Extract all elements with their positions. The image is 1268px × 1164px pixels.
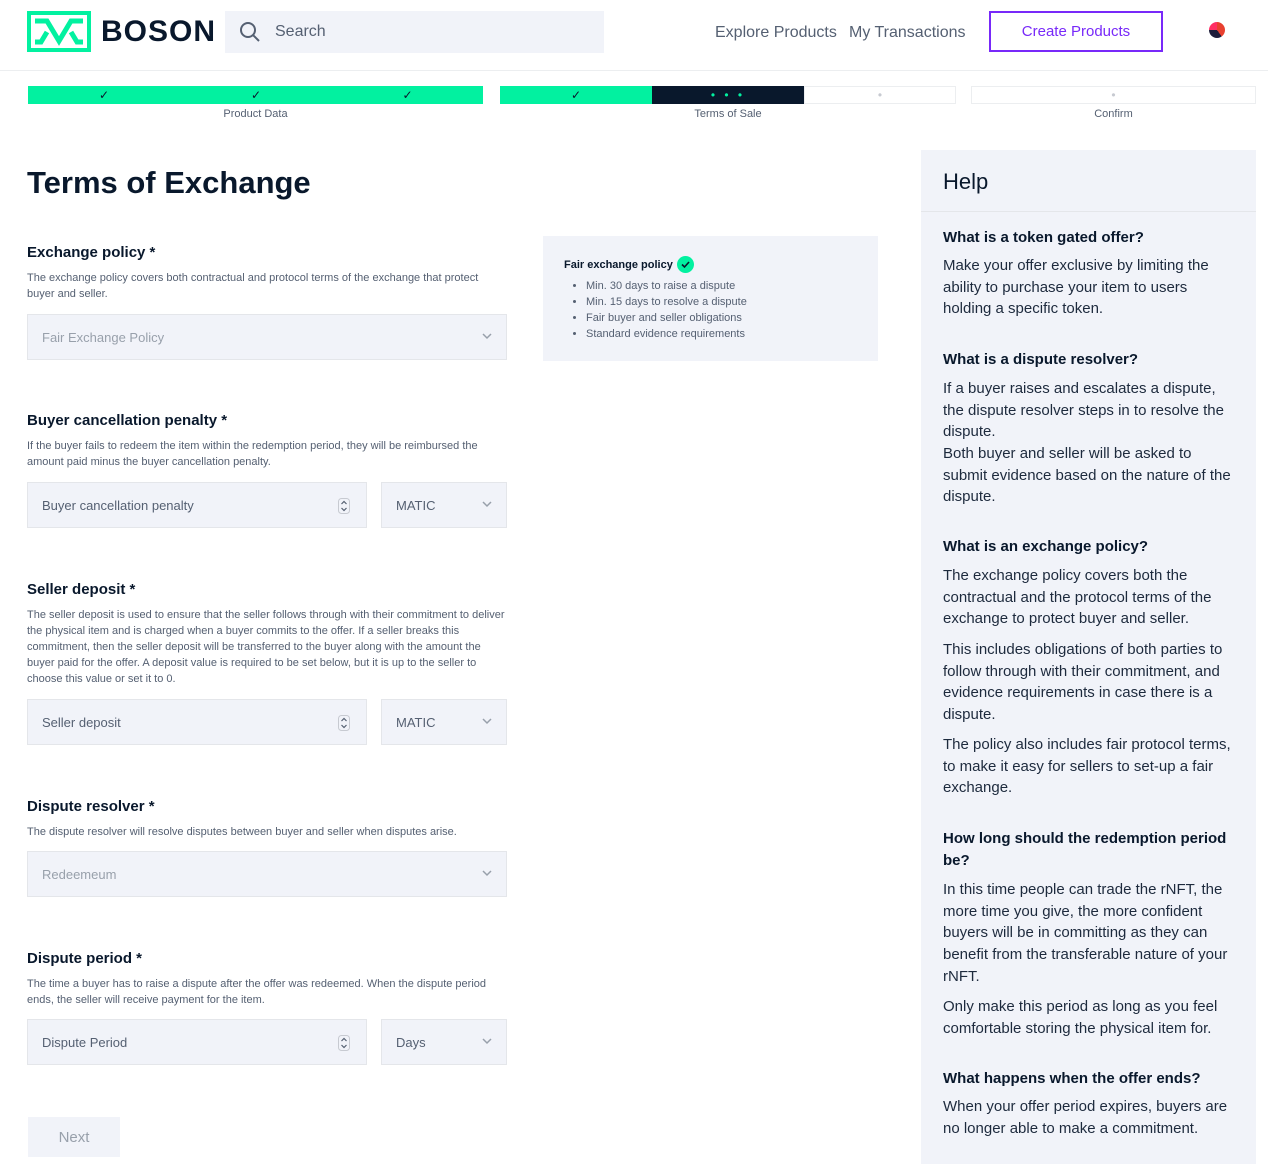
- policy-list-item: Standard evidence requirements: [586, 326, 857, 342]
- stepper-arrows-icon[interactable]: [338, 715, 350, 731]
- step-product-data-2[interactable]: ✓: [180, 86, 332, 104]
- policy-card-header: Fair exchange policy: [564, 256, 857, 273]
- exchange-policy-value: Fair Exchange Policy: [42, 329, 165, 345]
- stepper-arrows-icon[interactable]: [338, 498, 350, 514]
- search-icon: [240, 22, 260, 42]
- seller-deposit-desc: The seller deposit is used to ensure tha…: [27, 609, 505, 685]
- dispute-resolver-desc: The dispute resolver will resolve disput…: [27, 826, 457, 838]
- fair-exchange-policy-card: Fair exchange policy Min. 30 days to rai…: [543, 236, 878, 361]
- next-button[interactable]: Next: [28, 1117, 120, 1157]
- chevron-down-icon: [482, 501, 492, 508]
- help-answer: Both buyer and seller will be asked to s…: [943, 445, 1231, 506]
- buyer-penalty-input[interactable]: Buyer cancellation penalty: [27, 482, 367, 528]
- dispute-period-placeholder: Dispute Period: [42, 1034, 128, 1050]
- dispute-resolver-value: Redeemeum: [42, 866, 117, 882]
- dispute-period-desc: The time a buyer has to raise a dispute …: [27, 978, 487, 1006]
- buyer-penalty-placeholder: Buyer cancellation penalty: [42, 497, 194, 513]
- step-label-confirm: Confirm: [1094, 108, 1133, 120]
- seller-deposit-currency-select[interactable]: MATIC: [381, 699, 507, 745]
- help-answer: This includes obligations of both partie…: [943, 641, 1223, 724]
- buyer-penalty-currency: MATIC: [396, 497, 436, 513]
- exchange-policy-title: Exchange policy *: [27, 244, 156, 261]
- help-answer: Make your offer exclusive by limiting th…: [943, 257, 1209, 318]
- search-input[interactable]: [275, 23, 575, 41]
- seller-deposit-placeholder: Seller deposit: [42, 714, 121, 730]
- step-confirm[interactable]: •: [971, 86, 1256, 104]
- chevron-down-icon: [482, 333, 492, 340]
- check-circle-icon: [676, 256, 694, 273]
- policy-list-item: Min. 15 days to resolve a dispute: [586, 294, 857, 310]
- help-question: What is a token gated offer?: [943, 229, 1144, 246]
- chevron-down-icon: [482, 870, 492, 877]
- dispute-period-unit: Days: [396, 1034, 426, 1050]
- seller-deposit-currency: MATIC: [396, 714, 436, 730]
- help-answer: The policy also includes fair protocol t…: [943, 736, 1231, 797]
- buyer-penalty-currency-select[interactable]: MATIC: [381, 482, 507, 528]
- page-title: Terms of Exchange: [27, 165, 311, 200]
- wallet-avatar[interactable]: [1209, 22, 1225, 38]
- dispute-resolver-title: Dispute resolver *: [27, 798, 155, 815]
- chevron-down-icon: [482, 718, 492, 725]
- help-answer: If a buyer raises and escalates a disput…: [943, 380, 1224, 441]
- boson-logo[interactable]: BOSON: [27, 11, 216, 52]
- step-terms-1[interactable]: ✓: [500, 86, 652, 104]
- logo-mark-icon: [27, 11, 91, 52]
- create-products-button[interactable]: Create Products: [989, 11, 1163, 52]
- chevron-down-icon: [482, 1038, 492, 1045]
- seller-deposit-input[interactable]: Seller deposit: [27, 699, 367, 745]
- help-divider: [921, 211, 1256, 212]
- buyer-penalty-title: Buyer cancellation penalty *: [27, 412, 228, 429]
- policy-list-item: Min. 30 days to raise a dispute: [586, 278, 857, 294]
- dispute-resolver-select[interactable]: Redeemeum: [27, 851, 507, 897]
- policy-list: Min. 30 days to raise a dispute Min. 15 …: [564, 278, 857, 342]
- help-question: What is a dispute resolver?: [943, 351, 1139, 368]
- policy-list-item: Fair buyer and seller obligations: [586, 310, 857, 326]
- top-header: BOSON Explore Products My Transactions C…: [0, 0, 1268, 71]
- policy-card-title: Fair exchange policy: [564, 258, 673, 271]
- dispute-period-input[interactable]: Dispute Period: [27, 1019, 367, 1065]
- step-label-terms-of-sale: Terms of Sale: [694, 108, 762, 120]
- nav-my-transactions[interactable]: My Transactions: [849, 24, 965, 42]
- stepper-arrows-icon[interactable]: [338, 1035, 350, 1051]
- step-label-product-data: Product Data: [223, 108, 288, 120]
- dispute-period-title: Dispute period *: [27, 950, 143, 967]
- step-product-data-3[interactable]: ✓: [332, 86, 483, 104]
- brand-name: BOSON: [101, 14, 217, 48]
- help-question: How long should the redemption period be…: [943, 830, 1227, 869]
- help-answer: Only make this period as long as you fee…: [943, 998, 1218, 1037]
- help-answer: The exchange policy covers both the cont…: [943, 567, 1212, 628]
- buyer-penalty-desc: If the buyer fails to redeem the item wi…: [27, 440, 478, 468]
- help-answer: When your offer period expires, buyers a…: [943, 1098, 1228, 1137]
- nav-explore-products[interactable]: Explore Products: [715, 24, 837, 42]
- help-question: What happens when the offer ends?: [943, 1070, 1201, 1087]
- help-question: What is an exchange policy?: [943, 538, 1149, 555]
- exchange-policy-desc: The exchange policy covers both contract…: [27, 272, 479, 300]
- help-panel: Help What is a token gated offer? Make y…: [921, 150, 1256, 1164]
- search-bar[interactable]: [225, 11, 604, 53]
- dispute-period-unit-select[interactable]: Days: [381, 1019, 507, 1065]
- seller-deposit-title: Seller deposit *: [27, 581, 136, 598]
- help-title: Help: [943, 169, 989, 194]
- step-terms-3[interactable]: •: [804, 86, 956, 104]
- step-product-data-1[interactable]: ✓: [28, 86, 180, 104]
- step-terms-2[interactable]: • • •: [652, 86, 804, 104]
- exchange-policy-select[interactable]: Fair Exchange Policy: [27, 314, 507, 360]
- help-answer: In this time people can trade the rNFT, …: [943, 881, 1228, 985]
